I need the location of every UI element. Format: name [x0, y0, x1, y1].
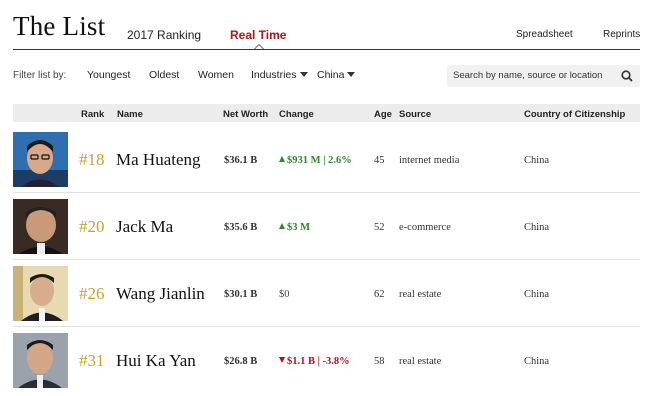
person-photo-icon[interactable]: [13, 132, 68, 187]
country-value: China: [524, 155, 550, 166]
source-value: real estate: [399, 356, 442, 367]
reprints-link[interactable]: Reprints: [603, 29, 640, 40]
filter-label: Filter list by:: [13, 70, 67, 81]
net-worth-value: $35.6 B: [224, 222, 258, 233]
person-photo-icon[interactable]: [13, 266, 68, 321]
arrow-down-icon: [279, 357, 285, 363]
table-row[interactable]: #31 Hui Ka Yan $26.8 B $1.1 B | -3.8% 58…: [13, 327, 640, 394]
industries-dropdown[interactable]: Industries: [251, 69, 308, 81]
search-icon[interactable]: [620, 69, 634, 83]
chevron-down-icon: [347, 72, 356, 77]
country-dropdown[interactable]: China: [317, 69, 356, 81]
rank-value: #20: [79, 217, 105, 236]
table-row[interactable]: #26 Wang Jianlin $30.1 B $0 62 real esta…: [13, 260, 640, 327]
change-text: $1.1 B | -3.8%: [287, 356, 350, 367]
filter-youngest[interactable]: Youngest: [87, 69, 130, 81]
column-header-age[interactable]: Age: [374, 109, 392, 120]
active-tab-caret-icon: [254, 44, 264, 49]
column-header-rank[interactable]: Rank: [81, 109, 104, 120]
column-header-change[interactable]: Change: [279, 109, 314, 120]
table-row[interactable]: #20 Jack Ma $35.6 B $3 M 52 e-commerce C…: [13, 193, 640, 260]
page-header: The List 2017 Ranking Real Time Spreadsh…: [0, 0, 651, 50]
change-value: $0: [279, 289, 290, 300]
country-value: China: [524, 222, 550, 233]
search-placeholder: Search by name, source or location: [453, 70, 603, 81]
country-value: China: [524, 356, 550, 367]
age-value: 62: [374, 289, 385, 300]
source-value: internet media: [399, 155, 460, 166]
net-worth-value: $26.8 B: [224, 356, 258, 367]
source-value: real estate: [399, 289, 442, 300]
change-value: $3 M: [279, 222, 310, 233]
change-value: $931 M | 2.6%: [279, 155, 352, 166]
filter-women[interactable]: Women: [198, 69, 234, 81]
page-title: The List: [13, 11, 106, 41]
column-header-net-worth[interactable]: Net Worth: [223, 109, 268, 120]
search-input[interactable]: Search by name, source or location: [447, 65, 640, 87]
column-header-country[interactable]: Country of Citizenship: [524, 109, 625, 120]
person-name[interactable]: Jack Ma: [116, 217, 173, 237]
change-text: $3 M: [287, 222, 311, 233]
header-divider: [13, 49, 640, 50]
source-value: e-commerce: [399, 222, 451, 233]
person-name[interactable]: Wang Jianlin: [116, 284, 205, 304]
industries-dropdown-label: Industries: [251, 69, 297, 81]
column-header-name[interactable]: Name: [117, 109, 143, 120]
table-row[interactable]: #18 Ma Huateng $36.1 B $931 M | 2.6% 45 …: [13, 126, 640, 193]
change-text: $931 M | 2.6%: [287, 155, 352, 166]
country-value: China: [524, 289, 550, 300]
age-value: 58: [374, 356, 385, 367]
filter-bar: Filter list by: Youngest Oldest Women In…: [0, 60, 651, 90]
net-worth-value: $36.1 B: [224, 155, 258, 166]
change-value: $1.1 B | -3.8%: [279, 356, 350, 367]
net-worth-value: $30.1 B: [224, 289, 258, 300]
filter-oldest[interactable]: Oldest: [149, 69, 179, 81]
rank-value: #18: [79, 150, 105, 169]
column-header-source[interactable]: Source: [399, 109, 431, 120]
person-name[interactable]: Hui Ka Yan: [116, 351, 196, 371]
age-value: 45: [374, 155, 385, 166]
country-dropdown-label: China: [317, 69, 345, 81]
tab-2017-ranking[interactable]: 2017 Ranking: [127, 28, 201, 42]
arrow-up-icon: [279, 223, 285, 229]
person-photo-icon[interactable]: [13, 199, 68, 254]
change-text: $0: [279, 289, 290, 300]
tab-real-time[interactable]: Real Time: [230, 28, 286, 42]
person-photo-icon[interactable]: [13, 333, 68, 388]
age-value: 52: [374, 222, 385, 233]
spreadsheet-link[interactable]: Spreadsheet: [516, 29, 573, 40]
arrow-up-icon: [279, 156, 285, 162]
chevron-down-icon: [299, 72, 308, 77]
person-name[interactable]: Ma Huateng: [116, 150, 201, 170]
rank-value: #26: [79, 284, 105, 303]
rank-value: #31: [79, 351, 105, 370]
